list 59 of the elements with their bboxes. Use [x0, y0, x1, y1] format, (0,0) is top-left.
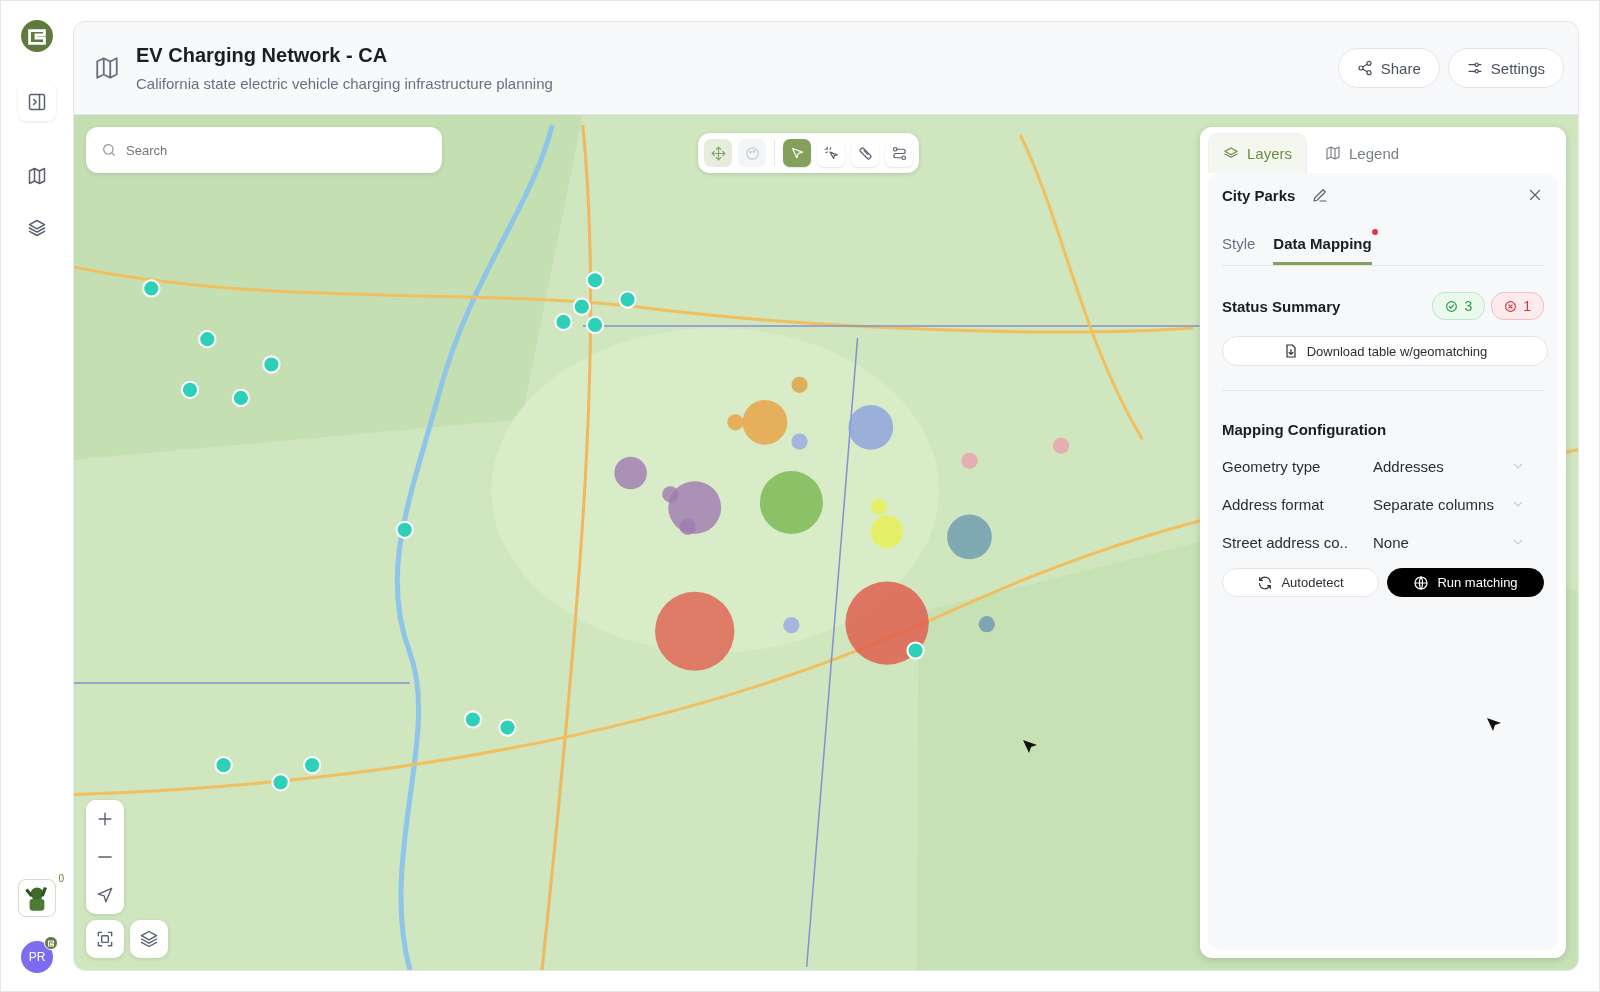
x-circle-icon	[1504, 299, 1518, 313]
map-icon	[1325, 145, 1342, 161]
logo-icon[interactable]	[20, 19, 54, 53]
ruler-tool-button[interactable]	[851, 139, 879, 167]
dropdown-field[interactable]: Separate columns	[1373, 490, 1544, 518]
settings-button[interactable]: Settings	[1447, 48, 1564, 88]
cursor-icon	[1022, 739, 1038, 755]
share-button[interactable]: Share	[1337, 48, 1440, 88]
autodetect-button[interactable]: Autodetect	[1222, 568, 1379, 597]
project-subtitle: California state electric vehicle charging infrastructure planning	[136, 75, 554, 92]
basemap-layers-button[interactable]	[130, 920, 168, 958]
user-avatar[interactable]: PR	[21, 941, 53, 973]
fit-view-button[interactable]	[86, 920, 124, 958]
logo-badge-icon	[44, 936, 58, 950]
field-label: Geometry type	[1222, 457, 1322, 475]
magic-pointer-icon	[822, 144, 840, 162]
refresh-icon	[1257, 574, 1274, 591]
route-tool-button[interactable]	[885, 139, 913, 167]
section-title: Status Summary	[1222, 297, 1341, 315]
sliders-icon	[1466, 60, 1483, 76]
magic-tool-button[interactable]	[817, 139, 845, 167]
mascot-count: 0	[58, 873, 64, 884]
globe-icon	[1413, 574, 1430, 591]
cursor-icon	[1486, 717, 1502, 733]
share-icon	[1356, 60, 1373, 76]
search-field[interactable]: Search	[86, 127, 442, 173]
panel-subtab[interactable]: Data Mapping	[1273, 235, 1372, 265]
move-tool-button[interactable]	[704, 139, 732, 167]
error-count-badge: 1	[1491, 292, 1544, 320]
success-count-badge: 3	[1432, 292, 1486, 320]
sidebar-toggle-icon	[27, 92, 47, 112]
move-icon	[709, 144, 727, 162]
select-tool-button[interactable]	[783, 139, 811, 167]
navigation-arrow-icon	[95, 885, 115, 905]
ruler-icon	[856, 144, 874, 162]
palette-icon	[743, 144, 761, 162]
route-icon	[890, 144, 908, 162]
minus-icon	[98, 856, 112, 858]
map-icon	[27, 166, 47, 186]
frame-icon	[95, 929, 115, 949]
section-title: Mapping Configuration	[1222, 421, 1388, 438]
layers-icon	[27, 218, 47, 238]
dropdown-field[interactable]: None	[1373, 528, 1544, 556]
download-button[interactable]: Download table w/geomatching	[1222, 336, 1548, 366]
layers-icon	[139, 929, 159, 949]
sidebar-toggle-button[interactable]	[18, 83, 56, 121]
layers-tab[interactable]: Layers	[1208, 133, 1308, 173]
panel-subtab[interactable]: Style	[1222, 235, 1256, 265]
check-circle-icon	[1445, 299, 1459, 313]
field-label: Street address co..	[1222, 533, 1349, 551]
legend-tab[interactable]: Legend	[1311, 133, 1414, 173]
layer-name: City Parks	[1222, 186, 1296, 204]
search-icon	[101, 142, 117, 158]
map-icon	[94, 55, 120, 81]
run-matching-button[interactable]: Run matching	[1387, 568, 1544, 597]
field-label: Address format	[1222, 495, 1325, 513]
project-title: EV Charging Network - CA	[136, 44, 389, 67]
dropdown-field[interactable]: Addresses	[1373, 452, 1544, 480]
mascot-icon[interactable]	[18, 879, 56, 917]
